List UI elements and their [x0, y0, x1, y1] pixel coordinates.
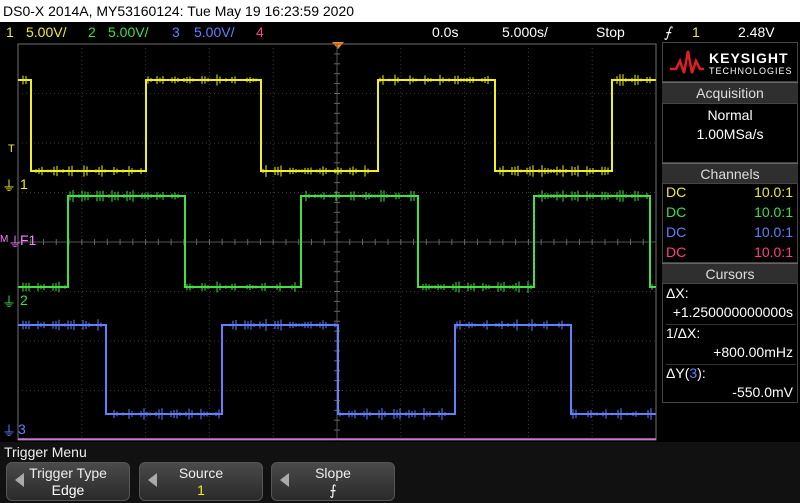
delta-y-value: -550.0mV: [732, 384, 793, 400]
softkey-arrow-icon: [280, 473, 289, 487]
timebase-readout[interactable]: 5.000s/: [502, 22, 548, 42]
ch4-number[interactable]: 4: [256, 22, 264, 42]
delta-x-value: +1.250000000000s: [672, 304, 793, 320]
ch3-ground-icon[interactable]: ⏚: [2, 421, 16, 441]
window-title: DS0-X 2014A, MY53160124: Tue May 19 16:2…: [0, 0, 800, 22]
cursors-panel: ΔX: +1.250000000000s 1/ΔX: +800.00mHz ΔY…: [662, 283, 798, 403]
trigger-level[interactable]: 2.48V: [738, 22, 775, 42]
ch2-marker[interactable]: 2: [20, 292, 28, 308]
ch3-marker[interactable]: 3: [18, 421, 26, 437]
ch1-scale[interactable]: 5.00V/: [26, 22, 66, 42]
ch1-probe: 10.0:1: [754, 184, 793, 200]
cursors-header[interactable]: Cursors: [662, 263, 798, 284]
ch1-marker[interactable]: 1: [20, 176, 28, 192]
ch3-scale[interactable]: 5.00V/: [194, 22, 234, 42]
run-state: Stop: [596, 24, 625, 40]
ch2-scale[interactable]: 5.00V/: [108, 22, 148, 42]
trigger-edge-icon: ⨍: [664, 24, 672, 40]
ch3-number[interactable]: 3: [172, 22, 180, 42]
delta-y-label-pre: ΔY(: [666, 365, 690, 381]
softkey-label: Trigger Type: [29, 465, 107, 481]
keysight-wave-icon: [670, 50, 704, 74]
slope-softkey[interactable]: Slope ⨍: [271, 462, 395, 501]
menu-title: Trigger Menu: [4, 444, 87, 460]
side-panel: KEYSIGHT TECHNOLOGIES Acquisition Normal…: [660, 42, 800, 442]
ch1-number[interactable]: 1: [6, 22, 14, 42]
trigger-level-marker[interactable]: T: [8, 143, 15, 155]
softkey-label: Source: [178, 465, 224, 481]
brand-sub: TECHNOLOGIES: [709, 66, 793, 76]
trigger-type-softkey[interactable]: Trigger Type Edge: [6, 462, 130, 501]
softkey-value: 1: [197, 482, 205, 498]
keysight-logo: KEYSIGHT TECHNOLOGIES: [662, 42, 798, 82]
ch2-probe: 10.0:1: [754, 204, 793, 220]
softkey-label: Slope: [315, 465, 351, 481]
channels-panel: DC 10.0:1 DC 10.0:1 DC 10.0:1 DC 10.0:1: [662, 183, 798, 263]
inv-delta-x-label: 1/ΔX:: [666, 324, 796, 341]
delta-y-label: ΔY(3):: [666, 364, 796, 381]
ch1-coupling: DC: [666, 184, 687, 200]
softkey-value: ⨍: [329, 482, 337, 498]
softkey-arrow-icon: [15, 473, 24, 487]
ch4-probe: 10.0:1: [754, 244, 793, 260]
ch2-coupling: DC: [666, 204, 687, 220]
softkey-menu: Trigger Menu Trigger Type Edge Source 1 …: [0, 442, 800, 503]
ch2-number[interactable]: 2: [88, 22, 96, 42]
acquisition-mode: Normal: [707, 107, 753, 123]
ch4-coupling: DC: [666, 244, 687, 260]
softkey-value: Edge: [51, 482, 85, 498]
acquisition-header[interactable]: Acquisition: [662, 82, 798, 103]
ch3-coupling: DC: [666, 224, 687, 240]
delta-y-channel: 3: [689, 365, 698, 381]
sample-rate: 1.00MSa/s: [696, 126, 764, 142]
trigger-source: 1: [692, 24, 700, 40]
acquisition-panel: Normal 1.00MSa/s: [662, 103, 798, 163]
math-f1-marker[interactable]: F1: [20, 232, 36, 248]
channels-header[interactable]: Channels: [662, 163, 798, 184]
waveform-display[interactable]: [0, 42, 660, 442]
delta-y-label-post: ):: [697, 365, 706, 381]
status-bar: 1 5.00V/ 2 5.00V/ 3 5.00V/ 4 0.0s 5.000s…: [0, 22, 800, 42]
ch2-ground-icon[interactable]: ⏚: [2, 292, 16, 312]
brand-name: KEYSIGHT: [709, 50, 789, 66]
ch3-probe: 10.0:1: [754, 224, 793, 240]
source-softkey[interactable]: Source 1: [139, 462, 263, 501]
delta-x-label: ΔX:: [666, 285, 689, 301]
delay-readout[interactable]: 0.0s: [432, 22, 458, 42]
ch3-trace: [18, 324, 656, 415]
softkey-arrow-icon: [148, 473, 157, 487]
inv-delta-x-value: +800.00mHz: [713, 344, 793, 360]
ch1-ground-icon[interactable]: ⏚: [2, 176, 16, 196]
